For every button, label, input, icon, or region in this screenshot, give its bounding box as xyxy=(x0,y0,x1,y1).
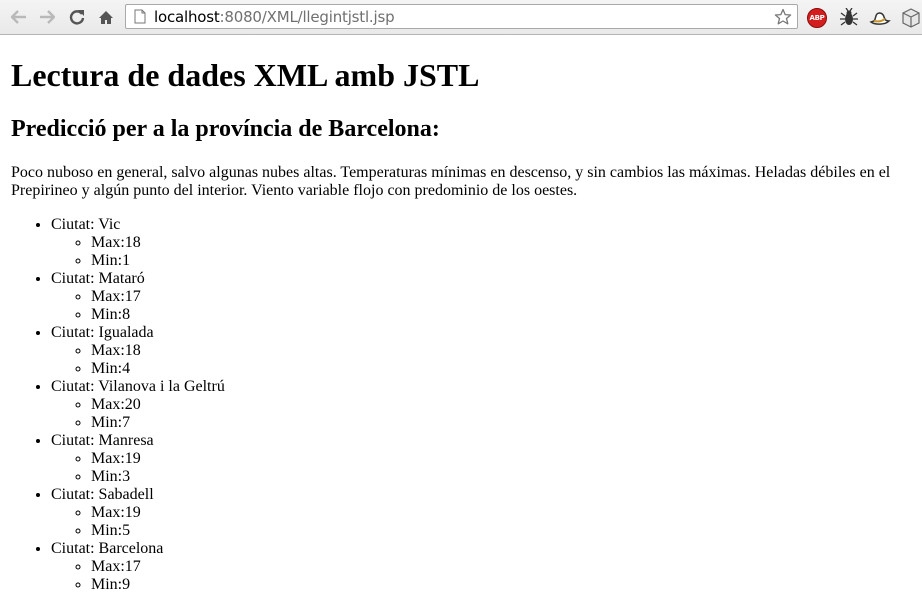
temperature-min: Min:7 xyxy=(91,414,916,432)
temperature-list: Max:19Min:3 xyxy=(51,450,916,486)
temperature-max: Max:19 xyxy=(91,450,916,468)
temperature-max: Max:18 xyxy=(91,342,916,360)
reload-button[interactable] xyxy=(66,5,88,29)
city-item: Ciutat: SabadellMax:19Min:5 xyxy=(51,486,916,540)
temperature-list: Max:20Min:7 xyxy=(51,396,916,432)
back-button[interactable] xyxy=(8,5,30,29)
temperature-min: Min:9 xyxy=(91,576,916,594)
hat-icon xyxy=(869,12,891,25)
city-list: Ciutat: VicMax:18Min:1Ciutat: MataróMax:… xyxy=(11,216,916,594)
city-item: Ciutat: IgualadaMax:18Min:4 xyxy=(51,324,916,378)
cube-extension-button[interactable] xyxy=(900,7,922,29)
temperature-list: Max:17Min:9 xyxy=(51,558,916,594)
address-bar[interactable]: localhost:8080/XML/llegintjstl.jsp xyxy=(125,4,798,29)
temperature-max: Max:20 xyxy=(91,396,916,414)
temperature-list: Max:18Min:1 xyxy=(51,234,916,270)
page-content: Lectura de dades XML amb JSTL Predicció … xyxy=(11,34,916,594)
temperature-max: Max:17 xyxy=(91,288,916,306)
reload-icon xyxy=(69,10,85,25)
home-button[interactable] xyxy=(95,5,117,29)
page-icon xyxy=(134,9,146,24)
bug-icon xyxy=(840,8,858,26)
home-icon xyxy=(99,10,113,24)
bookmark-star-icon[interactable] xyxy=(773,6,793,27)
city-label: Ciutat: Vic xyxy=(51,216,121,233)
city-label: Ciutat: Vilanova i la Geltrú xyxy=(51,378,225,395)
hat-extension-button[interactable] xyxy=(869,7,891,29)
adblock-extension-button[interactable]: ABP xyxy=(806,7,828,29)
url-host: localhost xyxy=(154,7,220,26)
adblock-icon: ABP xyxy=(807,8,827,28)
city-item: Ciutat: VicMax:18Min:1 xyxy=(51,216,916,270)
temperature-list: Max:17Min:8 xyxy=(51,288,916,324)
bug-extension-button[interactable] xyxy=(838,7,860,29)
temperature-min: Min:1 xyxy=(91,252,916,270)
arrow-right-icon xyxy=(40,10,55,24)
temperature-max: Max:19 xyxy=(91,504,916,522)
temperature-min: Min:3 xyxy=(91,468,916,486)
city-label: Ciutat: Manresa xyxy=(51,432,154,449)
forward-button[interactable] xyxy=(36,5,58,29)
temperature-min: Min:4 xyxy=(91,360,916,378)
city-label: Ciutat: Sabadell xyxy=(51,486,154,503)
page-subtitle: Predicció per a la província de Barcelon… xyxy=(11,116,440,142)
arrow-left-icon xyxy=(11,10,26,24)
temperature-max: Max:17 xyxy=(91,558,916,576)
city-item: Ciutat: BarcelonaMax:17Min:9 xyxy=(51,540,916,594)
url-text[interactable]: localhost:8080/XML/llegintjstl.jsp xyxy=(154,7,395,26)
temperature-list: Max:18Min:4 xyxy=(51,342,916,378)
city-label: Ciutat: Barcelona xyxy=(51,540,164,557)
city-item: Ciutat: Vilanova i la GeltrúMax:20Min:7 xyxy=(51,378,916,432)
city-label: Ciutat: Igualada xyxy=(51,324,154,341)
city-item: Ciutat: MataróMax:17Min:8 xyxy=(51,270,916,324)
temperature-min: Min:5 xyxy=(91,522,916,540)
url-path: :8080/XML/llegintjstl.jsp xyxy=(219,7,395,26)
temperature-max: Max:18 xyxy=(91,234,916,252)
forecast-text: Poco nuboso en general, salvo algunas nu… xyxy=(11,164,891,199)
city-item: Ciutat: ManresaMax:19Min:3 xyxy=(51,432,916,486)
browser-toolbar: localhost:8080/XML/llegintjstl.jsp ABP xyxy=(0,0,922,35)
page-title: Lectura de dades XML amb JSTL xyxy=(11,57,480,93)
temperature-list: Max:19Min:5 xyxy=(51,504,916,540)
temperature-min: Min:8 xyxy=(91,306,916,324)
cube-icon xyxy=(902,8,920,28)
city-label: Ciutat: Mataró xyxy=(51,270,145,287)
